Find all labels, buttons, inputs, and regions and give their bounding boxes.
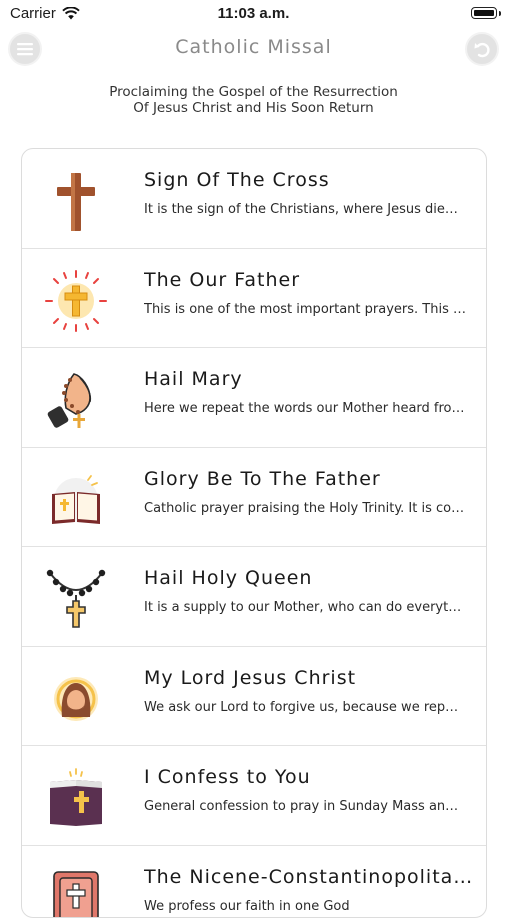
prayer-row-nicene-creed[interactable]: The Nicene-Constantinopolitan Creed We p…: [22, 846, 486, 918]
undo-icon: [472, 39, 492, 59]
subtitle-line-1: Proclaiming the Gospel of the Resurrecti…: [0, 84, 507, 100]
prayer-list: Sign Of The Cross It is the sign of the …: [21, 148, 487, 918]
nav-title: Catholic Missal: [0, 36, 507, 58]
page-subtitle: Proclaiming the Gospel of the Resurrecti…: [0, 84, 507, 116]
prayer-description: Catholic prayer praising the Holy Trinit…: [144, 501, 466, 516]
battery-icon: [471, 7, 497, 19]
prayer-title: Glory Be To The Father: [144, 468, 474, 490]
prayer-description: This is one of the most important prayer…: [144, 302, 466, 317]
open-bible-icon: [44, 468, 108, 532]
jesus-portrait-icon: [44, 667, 108, 731]
back-button[interactable]: [465, 32, 499, 66]
prayer-title: The Nicene-Constantinopolitan Creed: [144, 866, 474, 888]
prayer-description: It is the sign of the Christians, where …: [144, 202, 466, 217]
rosary-icon: [44, 567, 108, 631]
radiant-cross-icon: [44, 269, 108, 333]
bible-cross-icon: [44, 866, 108, 918]
prayer-description: General confession to pray in Sunday Mas…: [144, 799, 466, 814]
prayer-row-i-confess[interactable]: I Confess to You General confession to p…: [22, 746, 486, 846]
prayer-title: Sign Of The Cross: [144, 169, 474, 191]
subtitle-line-2: Of Jesus Christ and His Soon Return: [0, 100, 507, 116]
prayer-title: Hail Mary: [144, 368, 474, 390]
prayer-row-hail-mary[interactable]: Hail Mary Here we repeat the words our M…: [22, 348, 486, 448]
prayer-row-glory-be[interactable]: Glory Be To The Father Catholic prayer p…: [22, 448, 486, 548]
status-time: 11:03 a.m.: [0, 5, 507, 22]
prayer-row-hail-holy-queen[interactable]: Hail Holy Queen It is a supply to our Mo…: [22, 547, 486, 647]
prayer-title: My Lord Jesus Christ: [144, 667, 474, 689]
wooden-cross-icon: [44, 169, 108, 233]
prayer-row-sign-of-the-cross[interactable]: Sign Of The Cross It is the sign of the …: [22, 149, 486, 249]
nav-bar: Catholic Missal: [0, 28, 507, 72]
prayer-title: Hail Holy Queen: [144, 567, 474, 589]
prayer-description: We ask our Lord to forgive us, because w…: [144, 700, 466, 715]
praying-hands-rosary-icon: [44, 368, 108, 432]
prayer-title: I Confess to You: [144, 766, 474, 788]
prayer-title: The Our Father: [144, 269, 474, 291]
status-bar: Carrier 11:03 a.m.: [0, 0, 507, 28]
prayer-row-my-lord-jesus-christ[interactable]: My Lord Jesus Christ We ask our Lord to …: [22, 647, 486, 747]
prayer-description: Here we repeat the words our Mother hear…: [144, 401, 466, 416]
prayer-description: It is a supply to our Mother, who can do…: [144, 600, 466, 615]
prayer-description: We profess our faith in one God: [144, 899, 466, 914]
prayer-row-our-father[interactable]: The Our Father This is one of the most i…: [22, 249, 486, 349]
holy-book-icon: [44, 766, 108, 830]
